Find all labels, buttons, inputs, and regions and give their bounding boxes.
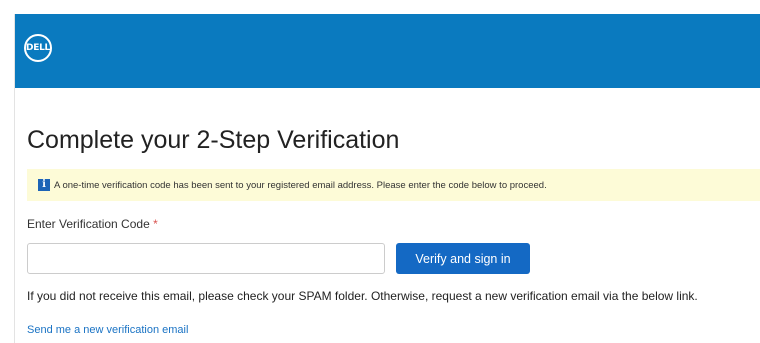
verification-page: DELL Complete your 2-Step Verification i… <box>0 0 760 343</box>
top-strip <box>0 0 760 14</box>
verify-and-sign-in-button[interactable]: Verify and sign in <box>396 243 530 274</box>
verification-code-label: Enter Verification Code * <box>27 217 158 231</box>
logo-text: DELL <box>26 43 50 53</box>
spam-help-text: If you did not receive this email, pleas… <box>27 289 698 303</box>
verification-code-label-text: Enter Verification Code <box>27 217 150 231</box>
required-marker: * <box>153 217 158 231</box>
info-message: A one-time verification code has been se… <box>54 179 547 191</box>
info-banner: i A one-time verification code has been … <box>27 169 760 201</box>
info-icon: i <box>38 179 50 191</box>
site-header: DELL <box>15 14 760 88</box>
verification-code-input[interactable] <box>27 243 385 274</box>
dell-logo[interactable]: DELL <box>24 34 52 62</box>
page-title: Complete your 2-Step Verification <box>27 126 400 154</box>
resend-verification-link[interactable]: Send me a new verification email <box>27 324 188 336</box>
